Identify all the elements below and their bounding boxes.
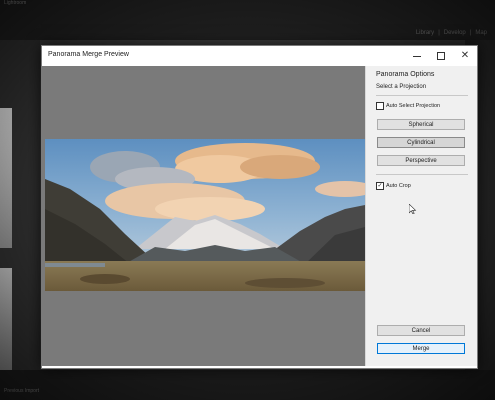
perspective-button[interactable]: Perspective [377, 155, 465, 166]
app-title: Lightroom [4, 0, 27, 6]
checkmark-icon[interactable]: ✓ [376, 182, 384, 190]
filmstrip: Previous Import [0, 370, 495, 400]
maximize-button[interactable] [429, 46, 453, 66]
panorama-options-panel: Panorama Options Select a Projection Aut… [365, 66, 477, 366]
divider [376, 95, 468, 96]
merge-button[interactable]: Merge [377, 343, 465, 354]
module-library[interactable]: Library [416, 30, 434, 36]
title-bar[interactable]: Panorama Merge Preview ✕ [42, 46, 477, 66]
filmstrip-source[interactable]: Previous Import [4, 388, 39, 394]
auto-select-projection-label: Auto Select Projection [386, 103, 441, 109]
cancel-button[interactable]: Cancel [377, 325, 465, 336]
panorama-preview-image [45, 139, 365, 291]
module-picker: Library | Develop | Map [416, 30, 487, 36]
module-separator: | [469, 30, 472, 36]
auto-crop-label: Auto Crop [386, 183, 411, 189]
maximize-icon [437, 52, 445, 60]
module-map[interactable]: Map [475, 30, 487, 36]
module-develop[interactable]: Develop [444, 30, 466, 36]
auto-select-projection-checkbox[interactable]: Auto Select Projection [376, 102, 440, 110]
options-title: Panorama Options [376, 71, 435, 78]
spherical-button[interactable]: Spherical [377, 119, 465, 130]
mouse-cursor-icon [409, 204, 417, 214]
divider [376, 174, 468, 175]
cylindrical-button[interactable]: Cylindrical [377, 137, 465, 148]
close-button[interactable]: ✕ [453, 46, 477, 66]
close-icon: ✕ [460, 50, 470, 61]
left-panel [0, 40, 40, 398]
panorama-preview-area [42, 66, 365, 366]
dialog-title: Panorama Merge Preview [48, 51, 129, 58]
minimize-button[interactable] [405, 46, 429, 66]
module-separator: | [438, 30, 440, 36]
projection-heading: Select a Projection [376, 84, 427, 90]
minimize-icon [413, 56, 421, 57]
app-top-bar: Lightroom Library | Develop | Map [0, 0, 495, 40]
checkbox-box[interactable] [376, 102, 384, 110]
photo-thumbnail[interactable] [0, 108, 12, 248]
auto-crop-checkbox[interactable]: ✓ Auto Crop [376, 182, 411, 190]
